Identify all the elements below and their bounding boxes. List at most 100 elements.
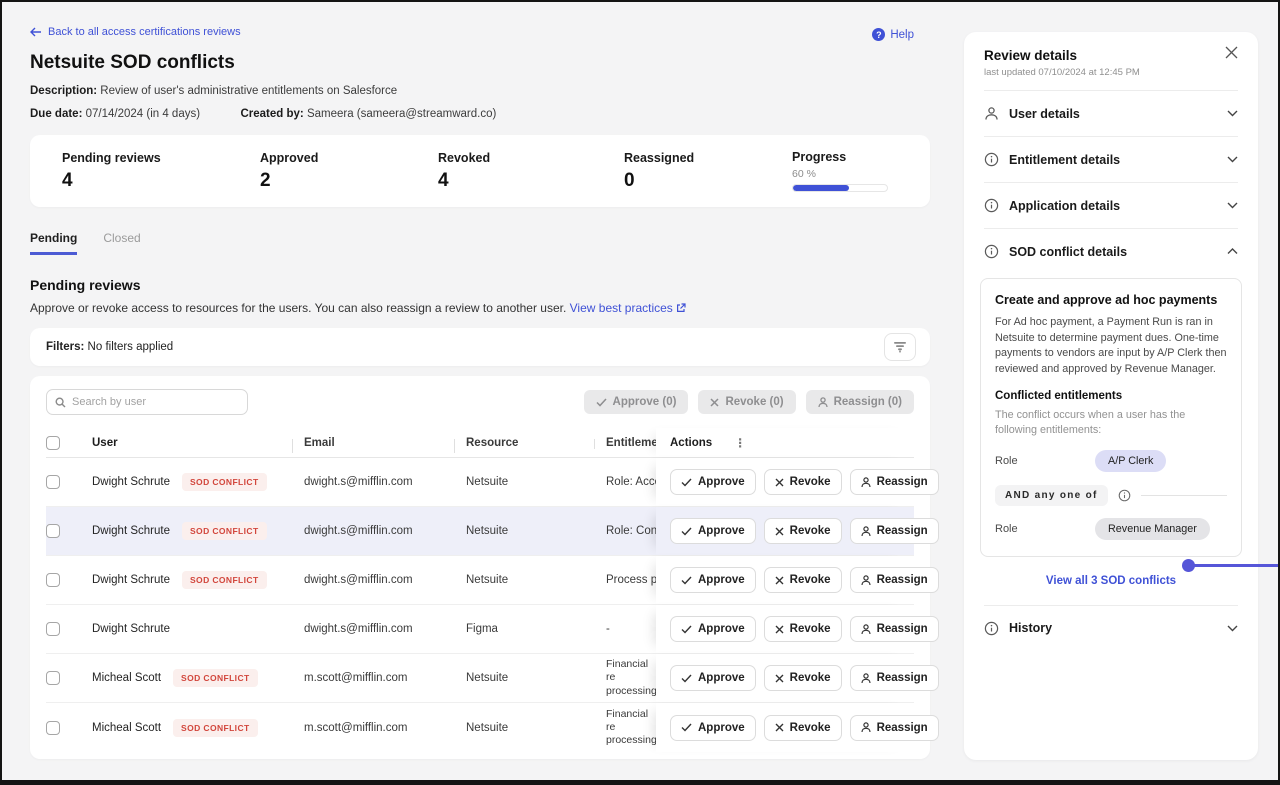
revoke-button[interactable]: Revoke xyxy=(764,616,842,642)
row-checkbox[interactable] xyxy=(46,524,60,538)
reassign-button[interactable]: Reassign xyxy=(850,616,939,642)
revoke-label: Revoke xyxy=(790,574,831,586)
approve-label: Approve xyxy=(698,722,745,734)
stat-approved: Approved 2 xyxy=(260,151,438,192)
created-by-value: Sameera (sameera@streamward.co) xyxy=(307,108,496,120)
role-pill-revenue-manager: Revenue Manager xyxy=(1095,518,1210,540)
column-menu-icon[interactable]: ⋮ xyxy=(734,436,746,450)
bulk-approve-button[interactable]: Approve (0) xyxy=(584,390,689,414)
bulk-revoke-button[interactable]: Revoke (0) xyxy=(698,390,795,414)
progress-fill xyxy=(793,185,849,191)
row-checkbox[interactable] xyxy=(46,622,60,636)
conflicted-entitlements-heading: Conflicted entitlements xyxy=(995,390,1227,402)
role-label: Role xyxy=(995,455,1073,467)
description-value: Review of user's administrative entitlem… xyxy=(100,85,397,97)
approve-button[interactable]: Approve xyxy=(670,616,756,642)
revoke-button[interactable]: Revoke xyxy=(764,715,842,741)
search-box[interactable] xyxy=(46,389,248,415)
column-user[interactable]: User xyxy=(92,437,292,449)
sod-conflict-badge: SOD CONFLICT xyxy=(182,571,267,589)
user-email: dwight.s@mifflin.com xyxy=(292,574,454,586)
revoke-button[interactable]: Revoke xyxy=(764,518,842,544)
bulk-reassign-button[interactable]: Reassign (0) xyxy=(806,390,914,414)
check-icon xyxy=(681,674,692,683)
column-actions: Actions ⋮ xyxy=(656,428,914,457)
revoke-button[interactable]: Revoke xyxy=(764,665,842,691)
stat-reassigned-value: 0 xyxy=(624,170,792,192)
user-email: m.scott@mifflin.com xyxy=(292,672,454,684)
reassign-button[interactable]: Reassign xyxy=(850,469,939,495)
filters-value: No filters applied xyxy=(88,341,174,353)
tabs: Pending Closed xyxy=(30,231,930,255)
user-name: Dwight Schrute xyxy=(92,574,170,586)
panel-subtitle: last updated 07/10/2024 at 12:45 PM xyxy=(984,67,1238,78)
section-sod-conflict-details[interactable]: SOD conflict details xyxy=(964,229,1258,274)
table-row: Micheal Scott SOD CONFLICT m.scott@miffl… xyxy=(46,703,914,752)
section-history[interactable]: History xyxy=(964,606,1258,651)
user-name: Dwight Schrute xyxy=(92,623,170,635)
chevron-down-icon xyxy=(1227,110,1238,117)
x-icon xyxy=(710,398,719,407)
tab-closed[interactable]: Closed xyxy=(103,231,140,255)
duedate-line: Due date: 07/14/2024 (in 4 days) Created… xyxy=(30,108,930,120)
reassign-label: Reassign xyxy=(877,722,928,734)
revoke-button[interactable]: Revoke xyxy=(764,469,842,495)
reassign-label: Reassign xyxy=(877,525,928,537)
approve-button[interactable]: Approve xyxy=(670,469,756,495)
section-user-details[interactable]: User details xyxy=(964,91,1258,136)
best-practices-link[interactable]: View best practices xyxy=(570,301,686,315)
revoke-label: Revoke xyxy=(790,672,831,684)
help-label: Help xyxy=(890,29,914,41)
row-checkbox[interactable] xyxy=(46,671,60,685)
reassign-button[interactable]: Reassign xyxy=(850,665,939,691)
entitlement: Role: Cont xyxy=(594,525,656,537)
approve-button[interactable]: Approve xyxy=(670,567,756,593)
info-icon xyxy=(984,244,999,259)
table-row: Dwight Schrute dwight.s@mifflin.com Figm… xyxy=(46,605,914,654)
reassign-button[interactable]: Reassign xyxy=(850,518,939,544)
approve-button[interactable]: Approve xyxy=(670,665,756,691)
user-email: dwight.s@mifflin.com xyxy=(292,623,454,635)
search-input[interactable] xyxy=(72,396,239,408)
section-entitlement-details[interactable]: Entitlement details xyxy=(964,137,1258,182)
funnel-icon xyxy=(893,341,907,353)
user-name: Micheal Scott xyxy=(92,672,161,684)
tab-pending[interactable]: Pending xyxy=(30,231,77,255)
sod-card-heading: Create and approve ad hoc payments xyxy=(995,293,1227,307)
section-label: User details xyxy=(1009,107,1217,121)
check-icon xyxy=(681,576,692,585)
section-application-details[interactable]: Application details xyxy=(964,183,1258,228)
panel-header: Review details last updated 07/10/2024 a… xyxy=(964,32,1258,90)
entitlement: Financial re processing xyxy=(594,708,656,747)
role-pill-ap-clerk: A/P Clerk xyxy=(1095,450,1166,472)
revoke-label: Revoke xyxy=(790,623,831,635)
entitlement: Role: Acco xyxy=(594,476,656,488)
reassign-button[interactable]: Reassign xyxy=(850,567,939,593)
approve-button[interactable]: Approve xyxy=(670,518,756,544)
view-all-sod-conflicts-link[interactable]: View all 3 SOD conflicts xyxy=(1046,575,1176,587)
filter-button[interactable] xyxy=(884,333,916,361)
resource: Netsuite xyxy=(454,574,594,586)
search-icon xyxy=(55,397,66,408)
screen: Back to all access certifications review… xyxy=(0,0,1280,785)
row-checkbox[interactable] xyxy=(46,721,60,735)
chevron-down-icon xyxy=(1227,625,1238,632)
column-email[interactable]: Email xyxy=(292,437,454,449)
revoke-button[interactable]: Revoke xyxy=(764,567,842,593)
column-resource[interactable]: Resource xyxy=(454,437,594,449)
close-icon[interactable] xyxy=(1225,46,1238,59)
approve-button[interactable]: Approve xyxy=(670,715,756,741)
help-link[interactable]: ? Help xyxy=(872,28,914,41)
back-link[interactable]: Back to all access certifications review… xyxy=(30,26,241,38)
reassign-button[interactable]: Reassign xyxy=(850,715,939,741)
entitlement: Financial re processing xyxy=(594,658,656,697)
check-icon xyxy=(596,398,607,407)
select-all-checkbox[interactable] xyxy=(46,436,60,450)
row-checkbox[interactable] xyxy=(46,573,60,587)
bulk-revoke-label: Revoke (0) xyxy=(725,396,783,408)
user-name: Micheal Scott xyxy=(92,722,161,734)
person-icon xyxy=(861,673,871,684)
row-checkbox[interactable] xyxy=(46,475,60,489)
filters-label: Filters: xyxy=(46,341,84,353)
column-entitlement[interactable]: Entitlement xyxy=(594,437,656,449)
